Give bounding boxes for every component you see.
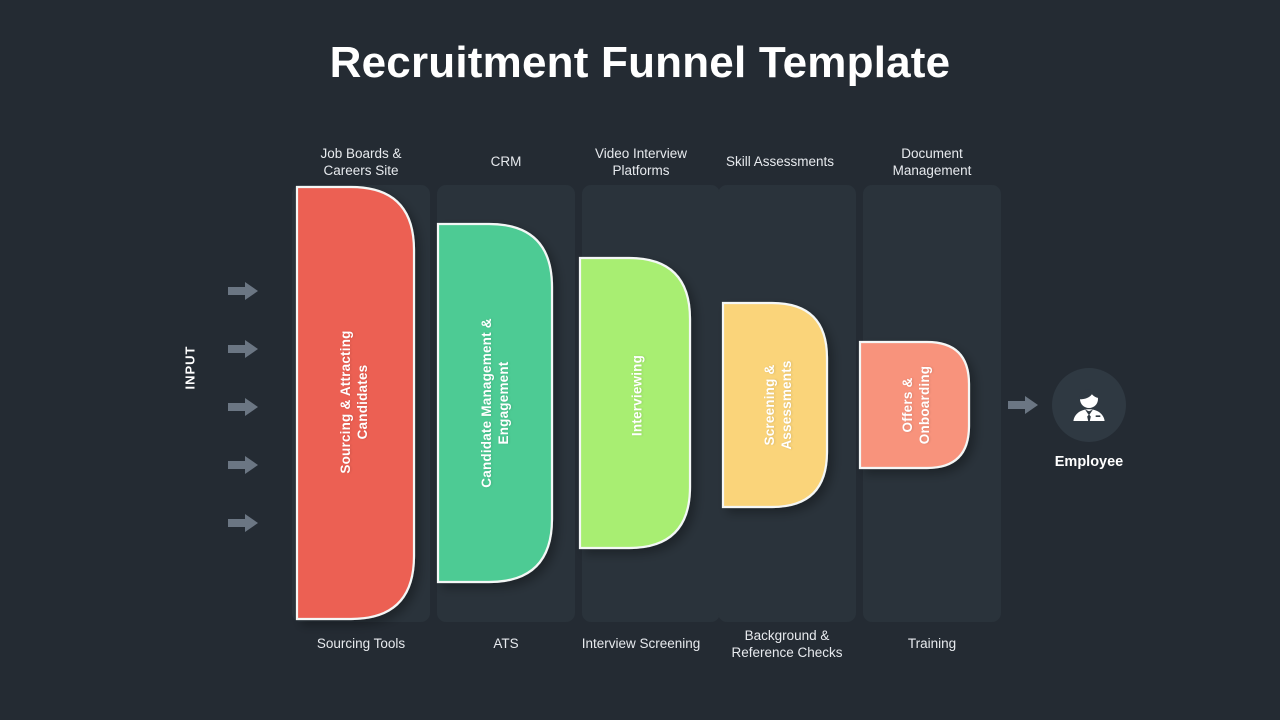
stage-top-label-1: Job Boards & Careers Site — [320, 146, 402, 178]
stage-bottom-label-4: Background & Reference Checks — [731, 628, 843, 660]
funnel-stage-5-label: Offers & Onboarding — [900, 365, 932, 445]
arrow-right-icon — [228, 456, 258, 474]
arrow-right-icon — [228, 514, 258, 532]
stage-bottom-label-1: Sourcing Tools — [316, 636, 406, 651]
arrow-right-icon — [228, 398, 258, 416]
employee-label: Employee — [1054, 454, 1124, 470]
page-title: Recruitment Funnel Template — [329, 38, 951, 87]
funnel-stage-1-label: Sourcing & Attracting Candidates — [338, 330, 370, 474]
slide-root: Recruitment Funnel Template INPUT Job Bo… — [0, 0, 1280, 720]
funnel-stage-4[interactable]: Screening & Assessments — [721, 301, 834, 510]
arrow-right-icon — [1008, 396, 1038, 414]
arrow-right-icon — [228, 282, 258, 300]
funnel-stage-2[interactable]: Candidate Management & Engagement — [436, 222, 559, 584]
stage-bottom-label-5: Training — [907, 636, 957, 651]
stage-bottom-label-3: Interview Screening — [581, 636, 701, 651]
employee-avatar-icon[interactable] — [1052, 368, 1126, 442]
funnel-stage-4-label: Screening & Assessments — [762, 360, 794, 450]
input-arrow-group — [228, 272, 262, 538]
funnel-stage-3-label: Interviewing — [629, 354, 645, 437]
stage-top-label-3: Video Interview Platforms — [594, 146, 688, 178]
funnel-stage-3[interactable]: Interviewing — [578, 256, 697, 550]
funnel-stage-1[interactable]: Sourcing & Attracting Candidates — [295, 185, 421, 621]
stage-top-label-4: Skill Assessments — [725, 154, 835, 169]
input-label: INPUT — [182, 345, 198, 390]
funnel-stage-5[interactable]: Offers & Onboarding — [858, 340, 975, 471]
stage-top-label-5: Document Management — [892, 146, 972, 178]
arrow-right-icon — [228, 340, 258, 358]
funnel-stage-2-label: Candidate Management & Engagement — [479, 318, 511, 488]
